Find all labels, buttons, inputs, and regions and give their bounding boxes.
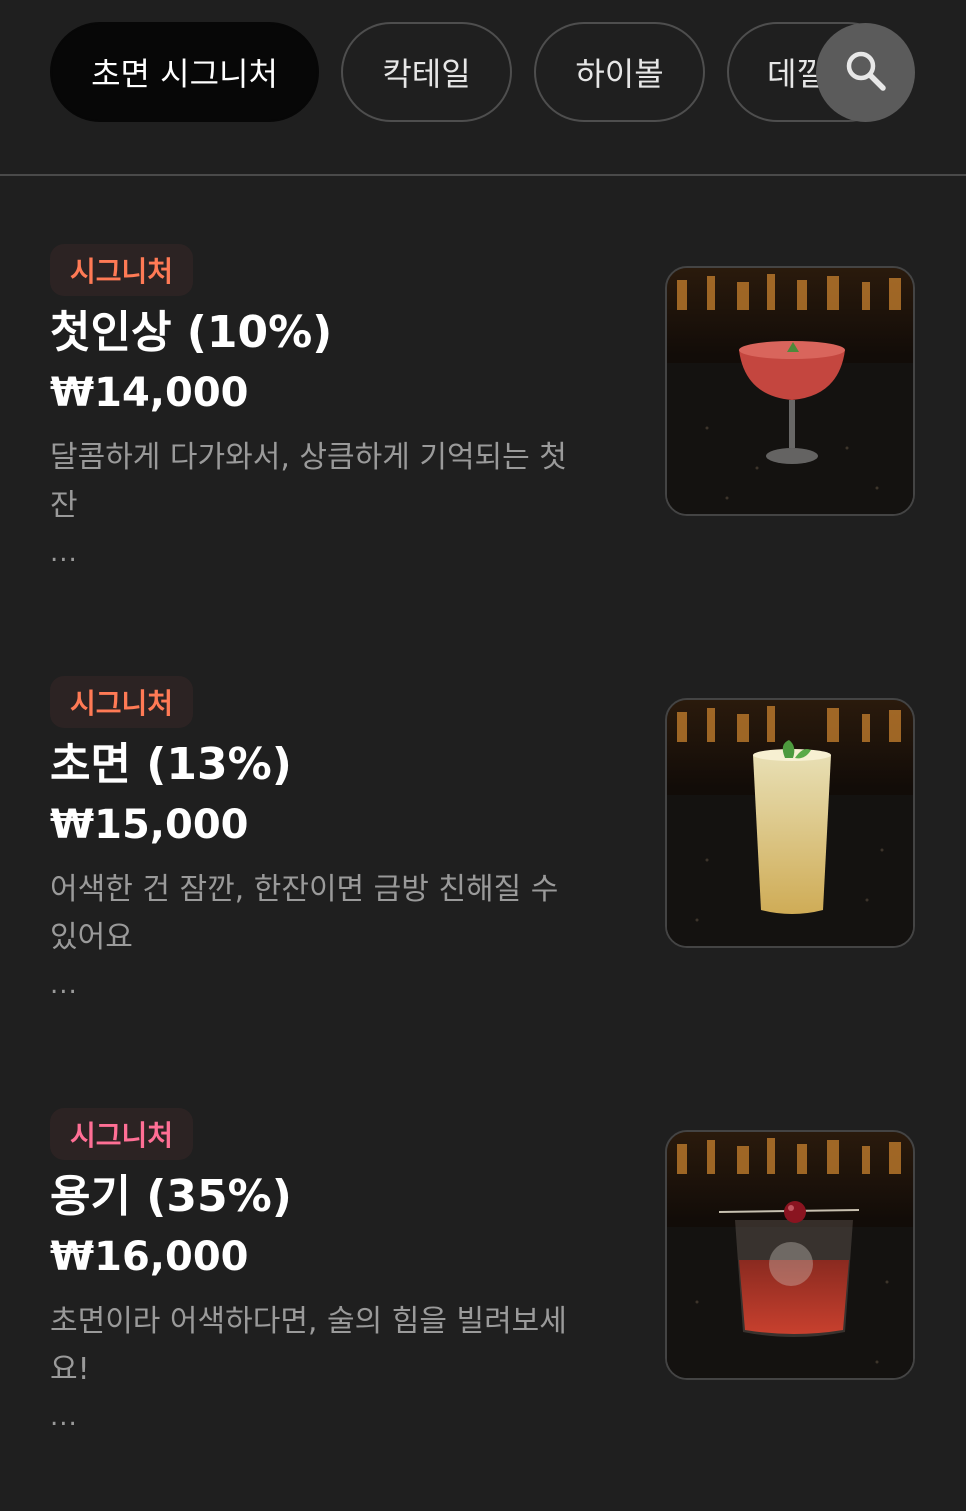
item-name: 첫인상 (10%) [50,307,333,358]
search-icon [844,49,888,97]
tab-cocktail[interactable]: 칵테일 [341,22,512,122]
tab-highball[interactable]: 하이볼 [534,22,705,122]
more-indicator: ... [50,970,78,1000]
more-indicator: ... [50,538,78,568]
signature-badge: 시그니처 [50,1108,194,1160]
signature-badge: 시그니처 [50,676,194,728]
item-price: ₩14,000 [50,370,249,416]
item-name: 용기 (35%) [50,1171,292,1222]
category-tabs: 초면 시그니처 칵테일 하이볼 데낄 [50,22,898,122]
search-button[interactable] [816,23,915,122]
item-description: 어색한 건 잠깐, 한잔이면 금방 친해질 수 있어요 [50,872,559,955]
more-indicator: ... [50,1402,78,1432]
item-price: ₩16,000 [50,1234,249,1280]
menu-item[interactable]: 시그니처 첫인상 (10%) ₩14,000 달콤하게 다가와서, 상큼하게 기… [0,244,966,644]
old-fashioned-cocktail-photo [665,1130,915,1380]
signature-badge: 시그니처 [50,244,194,296]
item-description: 달콤하게 다가와서, 상큼하게 기억되는 첫 잔 [50,440,567,523]
category-bar: 초면 시그니처 칵테일 하이볼 데낄 [0,0,966,176]
tab-signature[interactable]: 초면 시그니처 [50,22,319,122]
item-description: 초면이라 어색하다면, 술의 힘을 빌려보세요! [50,1304,567,1387]
pink-coupe-cocktail-photo [665,266,915,516]
highball-cocktail-photo [665,698,915,948]
item-name: 초면 (13%) [50,739,292,790]
item-price: ₩15,000 [50,802,249,848]
menu-item[interactable]: 시그니처 초면 (13%) ₩15,000 어색한 건 잠깐, 한잔이면 금방 … [0,676,966,1076]
menu-item[interactable]: 시그니처 용기 (35%) ₩16,000 초면이라 어색하다면, 술의 힘을 … [0,1108,966,1508]
